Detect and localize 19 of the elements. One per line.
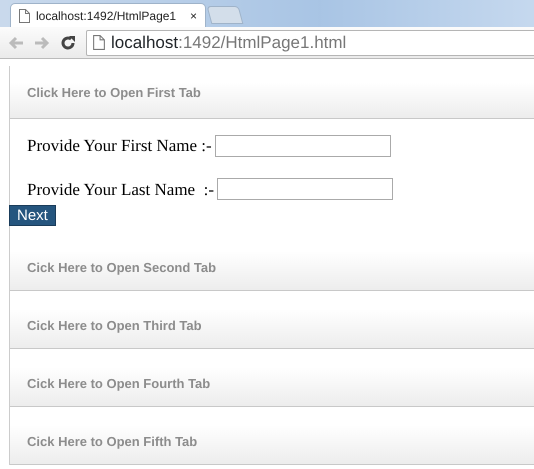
back-icon[interactable] [8,36,24,50]
accordion-header[interactable]: Cick Here to Open Third Tab [10,290,534,348]
field-label: Provide Your Last Name :- [27,178,214,200]
forward-icon[interactable] [34,36,50,50]
text-field[interactable] [216,178,393,200]
new-tab-button[interactable] [206,6,244,24]
field-label: Provide Your First Name :- [27,135,212,157]
page-icon [93,35,105,50]
url-text: localhost:1492/HtmlPage1.html [111,32,346,54]
page-icon [19,8,30,22]
reload-icon[interactable] [60,34,76,50]
tab-title: localhost:1492/HtmlPage1 [36,8,178,24]
browser-tab[interactable]: localhost:1492/HtmlPage1 × [10,3,206,27]
next-button[interactable]: Next [9,205,56,226]
close-button[interactable]: × [190,6,197,24]
text-field[interactable] [214,134,391,157]
address-bar[interactable]: localhost:1492/HtmlPage1.html [86,30,534,56]
accordion-header[interactable]: Cick Here to Open Fifth Tab [10,406,534,464]
accordion-header[interactable]: Cick Here to Open Fourth Tab [10,348,534,406]
